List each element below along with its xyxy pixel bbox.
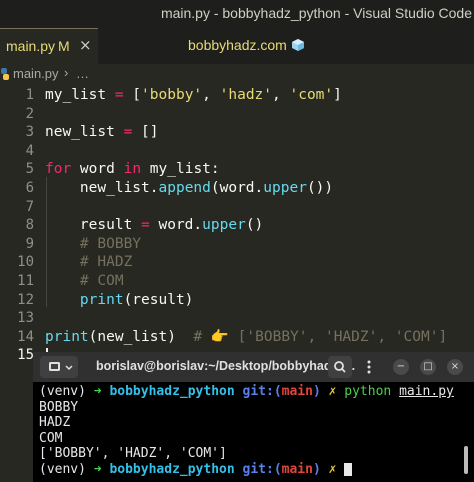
prompt-line: (venv) ➜ bobbyhadz_python git:(main) ✗ p… xyxy=(39,384,454,399)
code-token: word xyxy=(71,161,124,178)
line-number: 12 xyxy=(17,291,34,308)
code-line[interactable]: new_list.append(word.upper()) xyxy=(45,179,333,198)
terminal-scrollbar[interactable] xyxy=(464,446,468,474)
line-number: 10 xyxy=(17,254,34,271)
line-number: 5 xyxy=(25,161,34,178)
tab-main-py[interactable]: main.py M × xyxy=(0,28,98,64)
python-icon xyxy=(1,68,9,80)
close-tab-icon[interactable]: × xyxy=(79,36,92,54)
code-token: () xyxy=(245,217,264,234)
code-line[interactable]: new_list = [] xyxy=(45,123,159,142)
code-token: ()) xyxy=(306,180,334,196)
command: python xyxy=(344,384,392,399)
terminal-title: borislav@borislav:~/Desktop/bobbyhadz_..… xyxy=(96,359,356,373)
code-token: append xyxy=(158,180,211,196)
code-token: upper xyxy=(263,180,307,196)
tab-label: main.py xyxy=(6,38,56,54)
code-token: # BOBBY xyxy=(45,235,142,252)
line-number: 9 xyxy=(25,235,34,252)
menu-button[interactable] xyxy=(359,356,379,378)
code-token: for xyxy=(45,161,72,178)
code-token: upper xyxy=(202,217,246,234)
line-number: 2 xyxy=(25,105,34,122)
code-token: (new_list) xyxy=(88,328,194,345)
terminal-header: borislav@borislav:~/Desktop/bobbyhadz_..… xyxy=(33,352,474,382)
code-token: print xyxy=(79,291,124,308)
modified-indicator: M xyxy=(58,38,70,54)
output-line: COM xyxy=(39,430,63,446)
breadcrumb-separator: › xyxy=(64,65,69,80)
code-line[interactable]: # COM xyxy=(45,272,124,291)
breadcrumb-file[interactable]: main.py xyxy=(13,66,59,81)
line-number: 11 xyxy=(17,273,34,289)
code-token: = xyxy=(141,217,150,234)
terminal-window[interactable]: borislav@borislav:~/Desktop/bobbyhadz_..… xyxy=(33,352,474,482)
kebab-menu-icon xyxy=(367,360,371,374)
code-token: # 👉 ['BOBBY', 'HADZ', 'COM'] xyxy=(193,328,448,345)
terminal-tab-icon xyxy=(49,362,73,371)
code-token: = xyxy=(114,87,124,103)
search-icon xyxy=(334,361,346,373)
code-line[interactable]: result = word.upper() xyxy=(45,216,263,235)
code-token: (result) xyxy=(123,291,194,308)
line-number: 7 xyxy=(25,198,34,215)
line-number: 1 xyxy=(25,87,34,103)
code-token: my_list: xyxy=(141,161,220,178)
code-token: new_list. xyxy=(45,180,159,196)
code-token: in xyxy=(123,161,142,178)
code-token: , xyxy=(272,87,290,103)
code-token: 'com' xyxy=(289,87,334,103)
code-token: [ xyxy=(123,87,142,103)
line-number: 13 xyxy=(17,310,34,327)
output-line: ['BOBBY', 'HADZ', 'COM'] xyxy=(39,446,227,461)
code-token: , xyxy=(202,87,220,103)
breadcrumb-more[interactable]: … xyxy=(76,66,89,81)
code-token: # COM xyxy=(45,273,124,289)
title-bar: main.py - bobbyhadz_python - Visual Stud… xyxy=(0,0,474,28)
line-number: 4 xyxy=(25,142,34,159)
new-tab-button[interactable] xyxy=(40,356,78,378)
code-line[interactable]: # HADZ xyxy=(45,253,132,272)
line-number: 8 xyxy=(25,217,34,234)
code-line[interactable]: print(result) xyxy=(45,291,194,310)
code-token: = xyxy=(123,124,133,141)
line-number: 14 xyxy=(17,328,34,345)
line-number: 3 xyxy=(25,124,34,141)
code-token: 'hadz' xyxy=(219,87,273,103)
minimize-button[interactable]: − xyxy=(393,359,409,375)
window-title: main.py - bobbyhadz_python - Visual Stud… xyxy=(160,5,472,21)
output-line: BOBBY xyxy=(39,399,79,415)
ice-cube-icon xyxy=(292,39,304,51)
code-token: [] xyxy=(132,124,159,141)
maximize-button[interactable]: □ xyxy=(420,359,436,375)
breadcrumb: main.py › … xyxy=(0,64,474,84)
output-line: HADZ xyxy=(39,415,71,430)
search-button[interactable] xyxy=(328,356,352,378)
code-token: my_list xyxy=(45,87,115,103)
code-token: print xyxy=(45,328,89,345)
code-token: word. xyxy=(149,217,203,234)
terminal-cursor xyxy=(344,462,353,476)
tab-bar: main.py M × bobbyhadz.com xyxy=(0,28,474,64)
code-token: # HADZ xyxy=(45,254,133,271)
close-button[interactable]: × xyxy=(447,359,463,375)
code-line[interactable]: my_list = ['bobby', 'hadz', 'com'] xyxy=(45,86,342,105)
terminal-output[interactable]: (venv) ➜ bobbyhadz_python git:(main) ✗ p… xyxy=(39,384,469,477)
code-token: result xyxy=(45,217,142,234)
code-line[interactable]: # BOBBY xyxy=(45,235,141,254)
code-token: (word. xyxy=(210,180,264,196)
prompt-line: (venv) ➜ bobbyhadz_python git:(main) ✗ xyxy=(39,462,469,478)
code-token: 'bobby' xyxy=(141,87,203,103)
line-number: 6 xyxy=(25,180,34,196)
code-token: ] xyxy=(333,87,342,103)
code-line[interactable]: for word in my_list: xyxy=(45,160,220,179)
site-title: bobbyhadz.com xyxy=(188,37,287,53)
command-argument: main.py xyxy=(399,384,454,399)
code-line[interactable]: print(new_list) # 👉 ['BOBBY', 'HADZ', 'C… xyxy=(45,328,447,347)
code-token: new_list xyxy=(45,124,124,141)
line-number: 15 xyxy=(17,347,34,364)
